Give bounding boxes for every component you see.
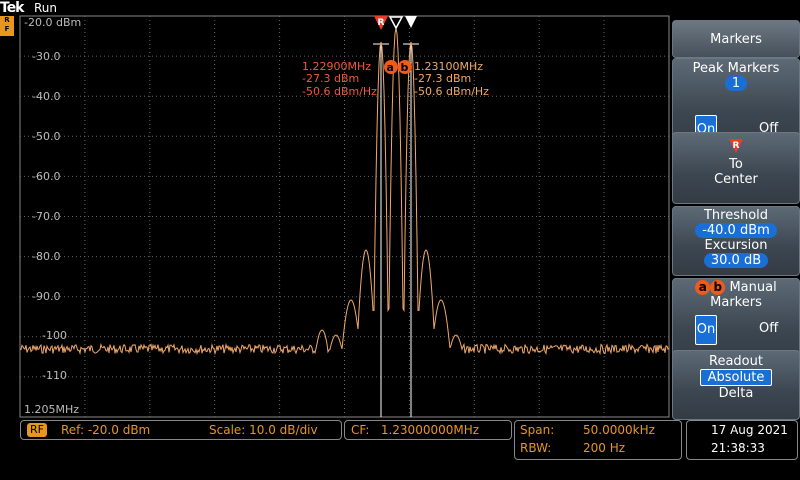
date-time-box: 17 Aug 2021 21:38:33 xyxy=(686,420,798,460)
excursion-label: Excursion xyxy=(704,238,768,253)
y-label: -40.0 xyxy=(32,90,60,103)
y-label: -30.0 xyxy=(32,50,60,63)
y-label: -50.0 xyxy=(32,130,60,143)
manual-label: Manual xyxy=(729,280,777,295)
marker-a-letter: a xyxy=(387,61,394,74)
rbw-value: 200 Hz xyxy=(583,441,626,455)
y-label: -60.0 xyxy=(32,170,60,183)
readout-label: Readout xyxy=(709,354,763,369)
peak-markers-label: Peak Markers xyxy=(692,61,780,76)
ref-marker-icon: R xyxy=(729,139,743,153)
peak-markers-count: 1 xyxy=(724,76,748,91)
marker-b-level: -27.3 dBm xyxy=(414,72,471,85)
y-label: -80.0 xyxy=(32,250,60,263)
span-label: Span: xyxy=(520,423,555,437)
markers-menu: Markers Peak Markers 1 On Off R To Cente… xyxy=(672,20,800,420)
manual-markers-off[interactable]: Off xyxy=(759,321,778,336)
threshold-label: Threshold xyxy=(703,208,769,223)
to-center-line2: Center xyxy=(714,172,758,187)
rbw-label: RBW: xyxy=(520,441,552,455)
time: 21:38:33 xyxy=(711,441,765,455)
ref-marker-letter: R xyxy=(378,18,385,28)
manual-markers-on[interactable]: On xyxy=(695,315,717,345)
ref-level: Ref: -20.0 dBm xyxy=(61,423,151,437)
svg-text:R: R xyxy=(733,141,740,151)
threshold-button[interactable]: Threshold -40.0 dBm Excursion 30.0 dB xyxy=(672,206,800,276)
y-label: -110 xyxy=(42,369,67,382)
marker-b-density: -50.6 dBm/Hz xyxy=(414,85,489,98)
center-frequency-box[interactable]: CF: 1.23000000MHz xyxy=(344,420,512,440)
y-label: -100 xyxy=(42,329,67,342)
start-frequency-label: 1.205MHz xyxy=(24,403,79,416)
marker-a-level: -27.3 dBm xyxy=(302,72,359,85)
readout-delta[interactable]: Delta xyxy=(673,386,799,401)
readout-absolute[interactable]: Absolute xyxy=(699,369,773,386)
y-label: -90.0 xyxy=(32,290,60,303)
scale-readout: Scale: 10.0 dB/div xyxy=(209,423,318,437)
marker-b-letter: b xyxy=(401,61,409,74)
y-label: -70.0 xyxy=(32,210,60,223)
threshold-value: -40.0 dBm xyxy=(695,223,777,238)
marker-b-badge-icon: b xyxy=(710,280,726,295)
center-frequency: CF: 1.23000000MHz xyxy=(351,423,480,437)
rf-badge: RF xyxy=(27,423,47,437)
ref-scale-box[interactable]: RF Ref: -20.0 dBm Scale: 10.0 dB/div xyxy=(20,420,342,440)
to-center-line1: To xyxy=(729,157,743,172)
readout-button[interactable]: Readout Absolute Delta xyxy=(672,350,800,420)
markers-label: Markers xyxy=(710,295,762,310)
to-center-button[interactable]: R To Center xyxy=(672,132,800,204)
span-rbw-box[interactable]: Span: 50.0000kHz RBW: 200 Hz xyxy=(514,420,682,460)
excursion-value: 30.0 dB xyxy=(703,253,769,268)
y-label: -20.0 dBm xyxy=(24,16,81,29)
date: 17 Aug 2021 xyxy=(711,423,788,437)
marker-a-density: -50.6 dBm/Hz xyxy=(302,85,377,98)
menu-title: Markers xyxy=(672,20,800,58)
span-value: 50.0000kHz xyxy=(583,423,655,437)
marker-a-badge-icon: a xyxy=(695,280,711,295)
